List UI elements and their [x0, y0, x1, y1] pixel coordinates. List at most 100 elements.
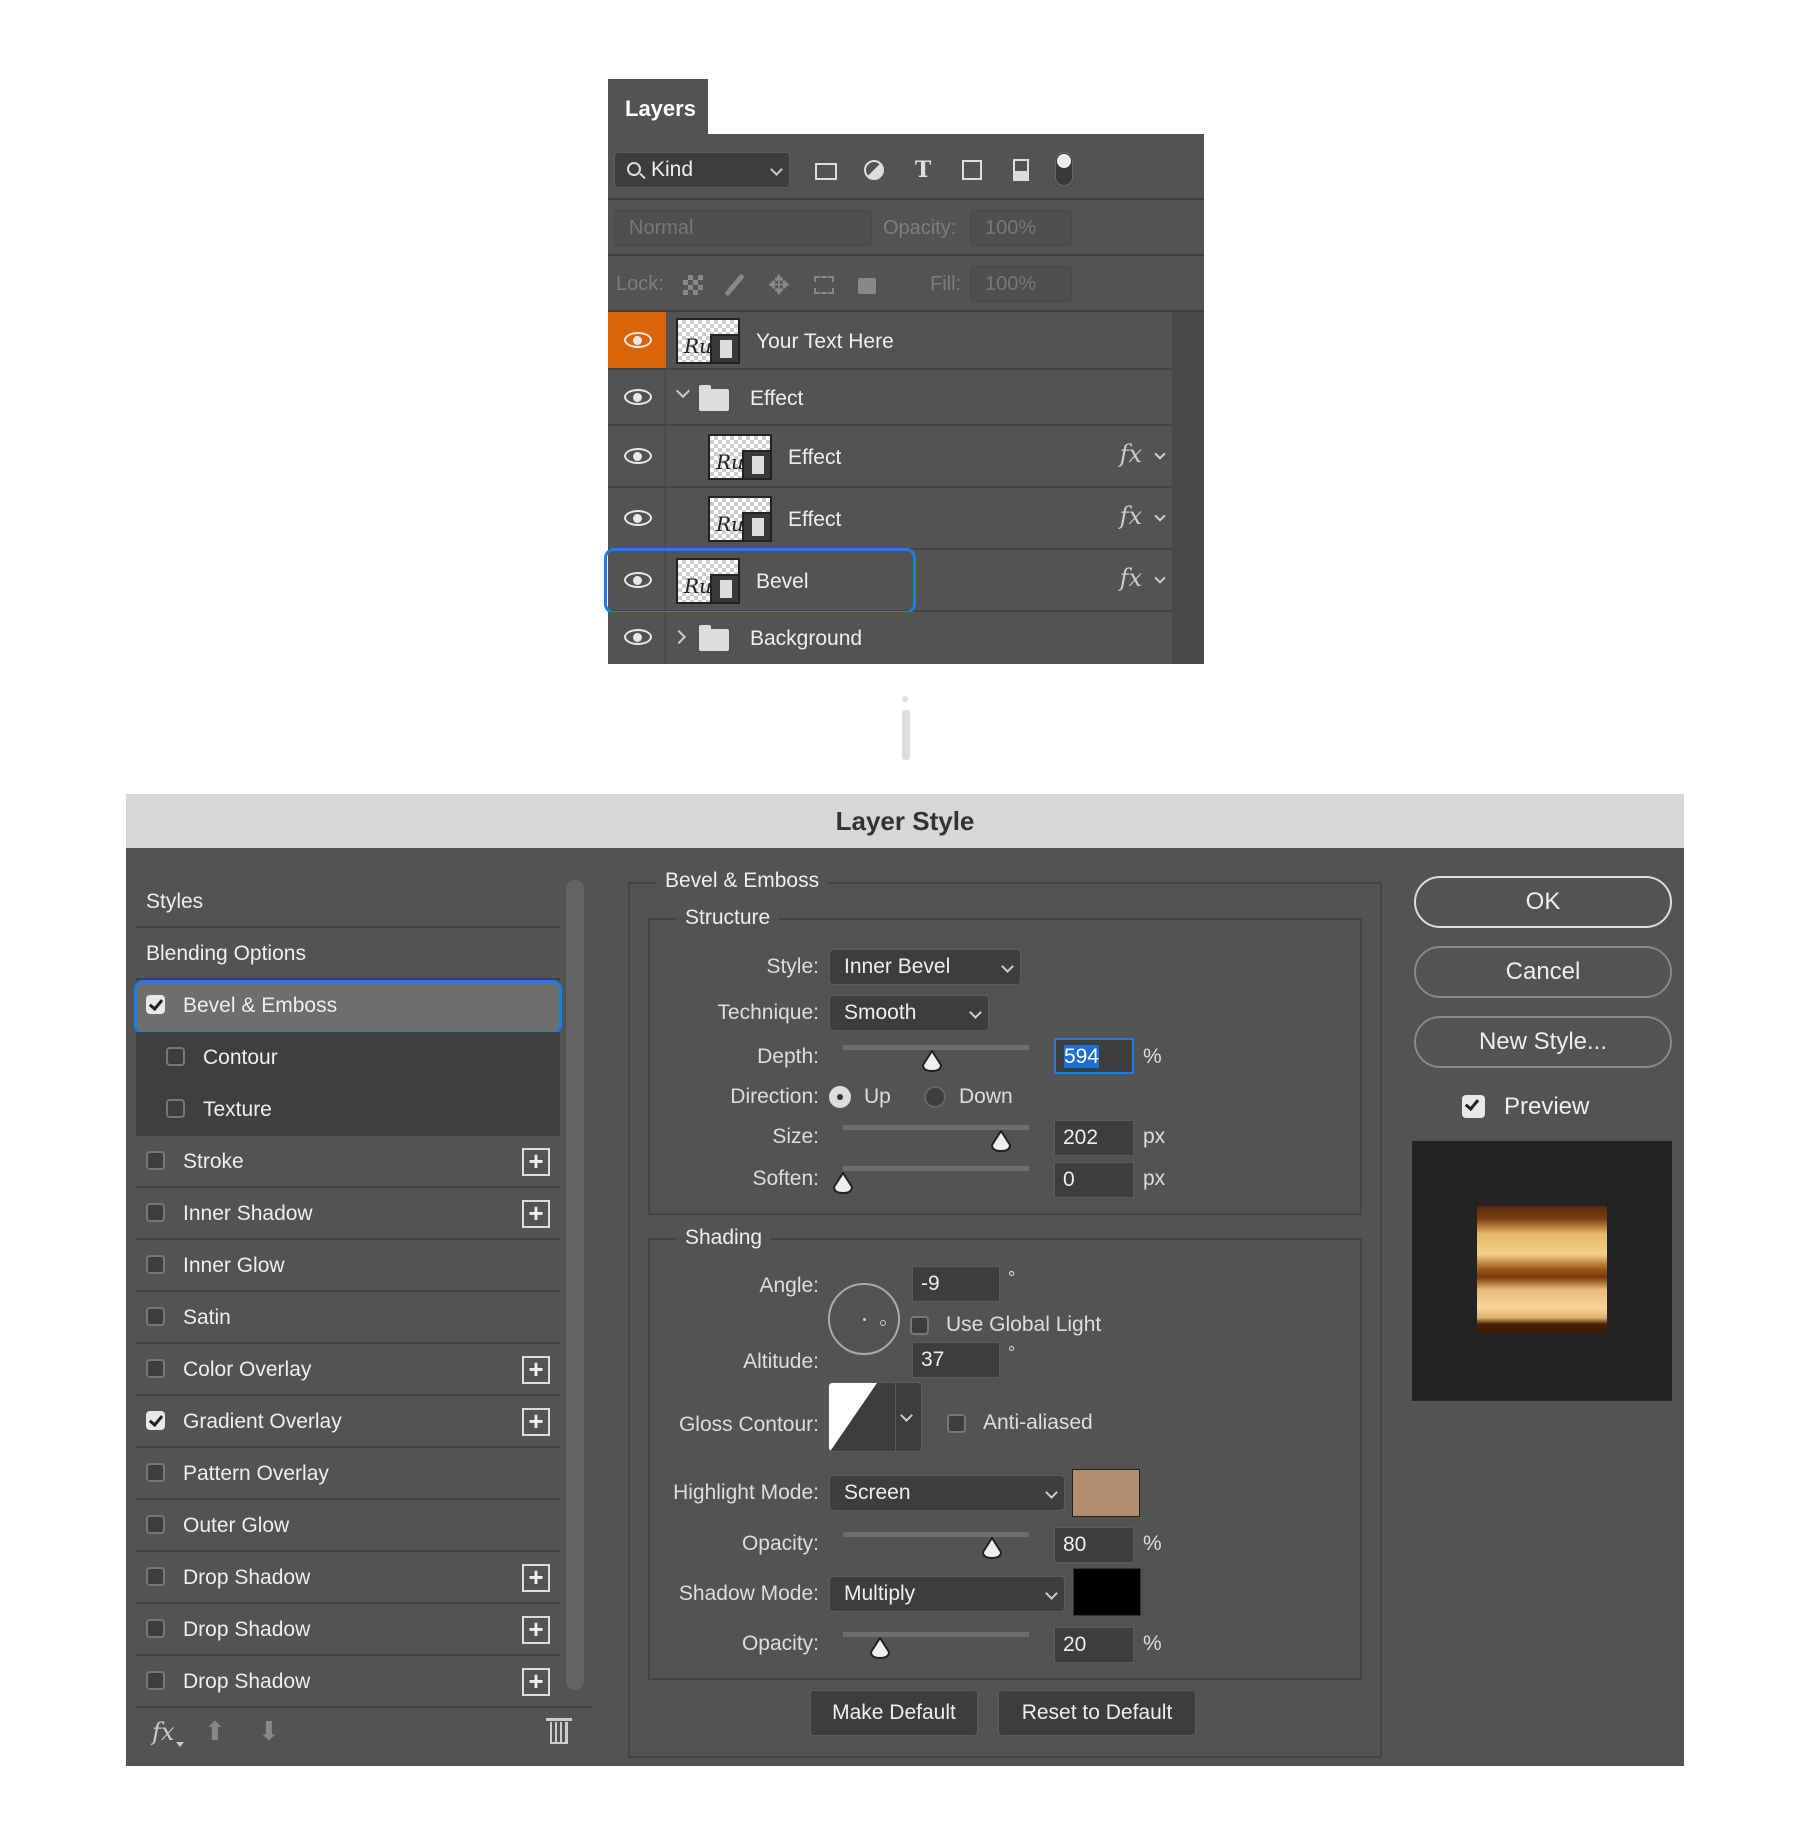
add-effect-icon[interactable]: + [522, 1564, 550, 1592]
adjustment-filter-icon[interactable] [861, 158, 887, 182]
style-list-item[interactable]: Satin [136, 1292, 560, 1344]
style-checkbox[interactable] [146, 1359, 165, 1378]
visibility-toggle[interactable] [608, 370, 666, 424]
style-list-item[interactable]: Pattern Overlay [136, 1448, 560, 1500]
chevron-down-icon[interactable] [1154, 448, 1166, 460]
chevron-down-icon[interactable] [1154, 510, 1166, 522]
shadow-opacity-thumb[interactable] [869, 1637, 891, 1659]
soften-slider-thumb[interactable] [832, 1172, 854, 1194]
angle-input[interactable]: -9 [912, 1266, 1000, 1302]
style-list-item[interactable]: Drop Shadow + [136, 1604, 560, 1656]
lock-paint-icon[interactable] [724, 273, 745, 297]
style-list-item[interactable]: Inner Shadow + [136, 1188, 560, 1240]
style-list-item[interactable]: Drop Shadow + [136, 1656, 560, 1708]
highlight-color-swatch[interactable] [1072, 1469, 1140, 1517]
layer-group-row[interactable]: Background [608, 612, 1172, 664]
layer-row[interactable]: Ru Effect fx [608, 488, 1172, 550]
layer-row[interactable]: Ru Bevel fx [604, 548, 1172, 614]
style-checkbox[interactable] [146, 1307, 165, 1326]
preview-checkbox[interactable] [1462, 1095, 1485, 1118]
lock-all-icon[interactable] [858, 278, 876, 294]
style-list-item[interactable]: Bevel & Emboss [136, 980, 560, 1032]
ok-button[interactable]: OK [1414, 876, 1672, 928]
move-down-icon[interactable]: ⬇ [258, 1716, 280, 1747]
style-list-item[interactable]: Blending Options [136, 928, 560, 980]
visibility-toggle[interactable] [608, 612, 666, 664]
style-checkbox[interactable] [146, 1515, 165, 1534]
type-filter-icon[interactable]: T [910, 158, 936, 182]
style-list-item[interactable]: Drop Shadow + [136, 1552, 560, 1604]
lock-move-icon[interactable]: ✥ [768, 270, 790, 301]
move-up-icon[interactable]: ⬆ [204, 1716, 226, 1747]
use-global-light-checkbox[interactable] [910, 1316, 929, 1335]
size-input[interactable]: 202 [1054, 1120, 1134, 1156]
shadow-mode-select[interactable]: Multiply [829, 1576, 1065, 1612]
highlight-opacity-input[interactable]: 80 [1054, 1527, 1134, 1563]
style-checkbox[interactable] [146, 1463, 165, 1482]
blend-mode-select[interactable]: Normal [614, 210, 872, 246]
add-effect-icon[interactable]: + [522, 1356, 550, 1384]
add-effect-icon[interactable]: + [522, 1668, 550, 1696]
fill-field[interactable]: 100% [970, 266, 1072, 302]
add-effect-icon[interactable]: + [522, 1148, 550, 1176]
direction-down-radio[interactable] [924, 1086, 946, 1108]
style-checkbox[interactable] [146, 1671, 165, 1690]
chevron-down-icon[interactable] [1154, 572, 1166, 584]
style-checkbox[interactable] [146, 1203, 165, 1222]
fx-icon[interactable]: fx [1120, 440, 1142, 468]
style-checkbox[interactable] [146, 1411, 165, 1430]
style-list-item[interactable]: Color Overlay + [136, 1344, 560, 1396]
smart-object-filter-icon[interactable] [1008, 158, 1034, 182]
style-checkbox[interactable] [146, 1619, 165, 1638]
anti-aliased-checkbox[interactable] [947, 1414, 966, 1433]
new-style-button[interactable]: New Style... [1414, 1016, 1672, 1068]
layers-tab[interactable]: Layers [608, 79, 708, 135]
style-list-item[interactable]: Contour [136, 1032, 560, 1084]
style-list-item[interactable]: Styles [136, 876, 560, 928]
reset-to-default-button[interactable]: Reset to Default [998, 1690, 1196, 1736]
direction-up-radio[interactable] [829, 1086, 851, 1108]
style-checkbox[interactable] [146, 1151, 165, 1170]
layer-row[interactable]: Ru Your Text Here [608, 312, 1172, 370]
bevel-style-select[interactable]: Inner Bevel [829, 949, 1021, 985]
visibility-toggle[interactable] [608, 426, 666, 486]
layer-row[interactable]: Ru Effect fx [608, 426, 1172, 488]
style-checkbox[interactable] [146, 1255, 165, 1274]
style-checkbox[interactable] [146, 995, 165, 1014]
highlight-opacity-thumb[interactable] [981, 1537, 1003, 1559]
style-list-scrollbar[interactable] [566, 880, 584, 1690]
image-filter-icon[interactable] [813, 158, 839, 182]
shadow-opacity-input[interactable]: 20 [1054, 1627, 1134, 1663]
cancel-button[interactable]: Cancel [1414, 946, 1672, 998]
add-effect-icon[interactable]: + [522, 1200, 550, 1228]
style-list-item[interactable]: Texture [136, 1084, 560, 1136]
angle-dial[interactable] [828, 1283, 900, 1355]
depth-input[interactable]: 594 [1054, 1038, 1134, 1074]
chevron-down-icon[interactable] [675, 383, 691, 399]
size-slider-thumb[interactable] [990, 1130, 1012, 1152]
add-effect-icon[interactable]: + [522, 1408, 550, 1436]
soften-slider-track[interactable] [843, 1166, 1029, 1171]
add-effect-icon[interactable]: + [522, 1616, 550, 1644]
fx-menu-icon[interactable]: fx [152, 1718, 174, 1746]
fx-icon[interactable]: fx [1120, 502, 1142, 530]
make-default-button[interactable]: Make Default [810, 1690, 978, 1736]
fx-icon[interactable]: fx [1120, 564, 1142, 592]
highlight-mode-select[interactable]: Screen [829, 1475, 1065, 1511]
filter-toggle-icon[interactable] [1055, 152, 1073, 186]
chevron-right-icon[interactable] [671, 629, 687, 645]
style-list-item[interactable]: Inner Glow [136, 1240, 560, 1292]
style-checkbox[interactable] [166, 1047, 185, 1066]
shadow-color-swatch[interactable] [1073, 1568, 1141, 1616]
gloss-contour-picker[interactable] [828, 1382, 922, 1452]
visibility-toggle[interactable] [608, 488, 666, 548]
layers-scroll-track[interactable] [1172, 312, 1204, 664]
trash-icon[interactable] [550, 1722, 568, 1744]
depth-slider-thumb[interactable] [921, 1050, 943, 1072]
visibility-toggle[interactable] [608, 312, 666, 368]
layer-group-row[interactable]: Effect [608, 370, 1172, 426]
technique-select[interactable]: Smooth [829, 995, 989, 1031]
soften-input[interactable]: 0 [1054, 1162, 1134, 1198]
opacity-field[interactable]: 100% [970, 210, 1072, 246]
lock-artboard-icon[interactable] [814, 276, 834, 294]
